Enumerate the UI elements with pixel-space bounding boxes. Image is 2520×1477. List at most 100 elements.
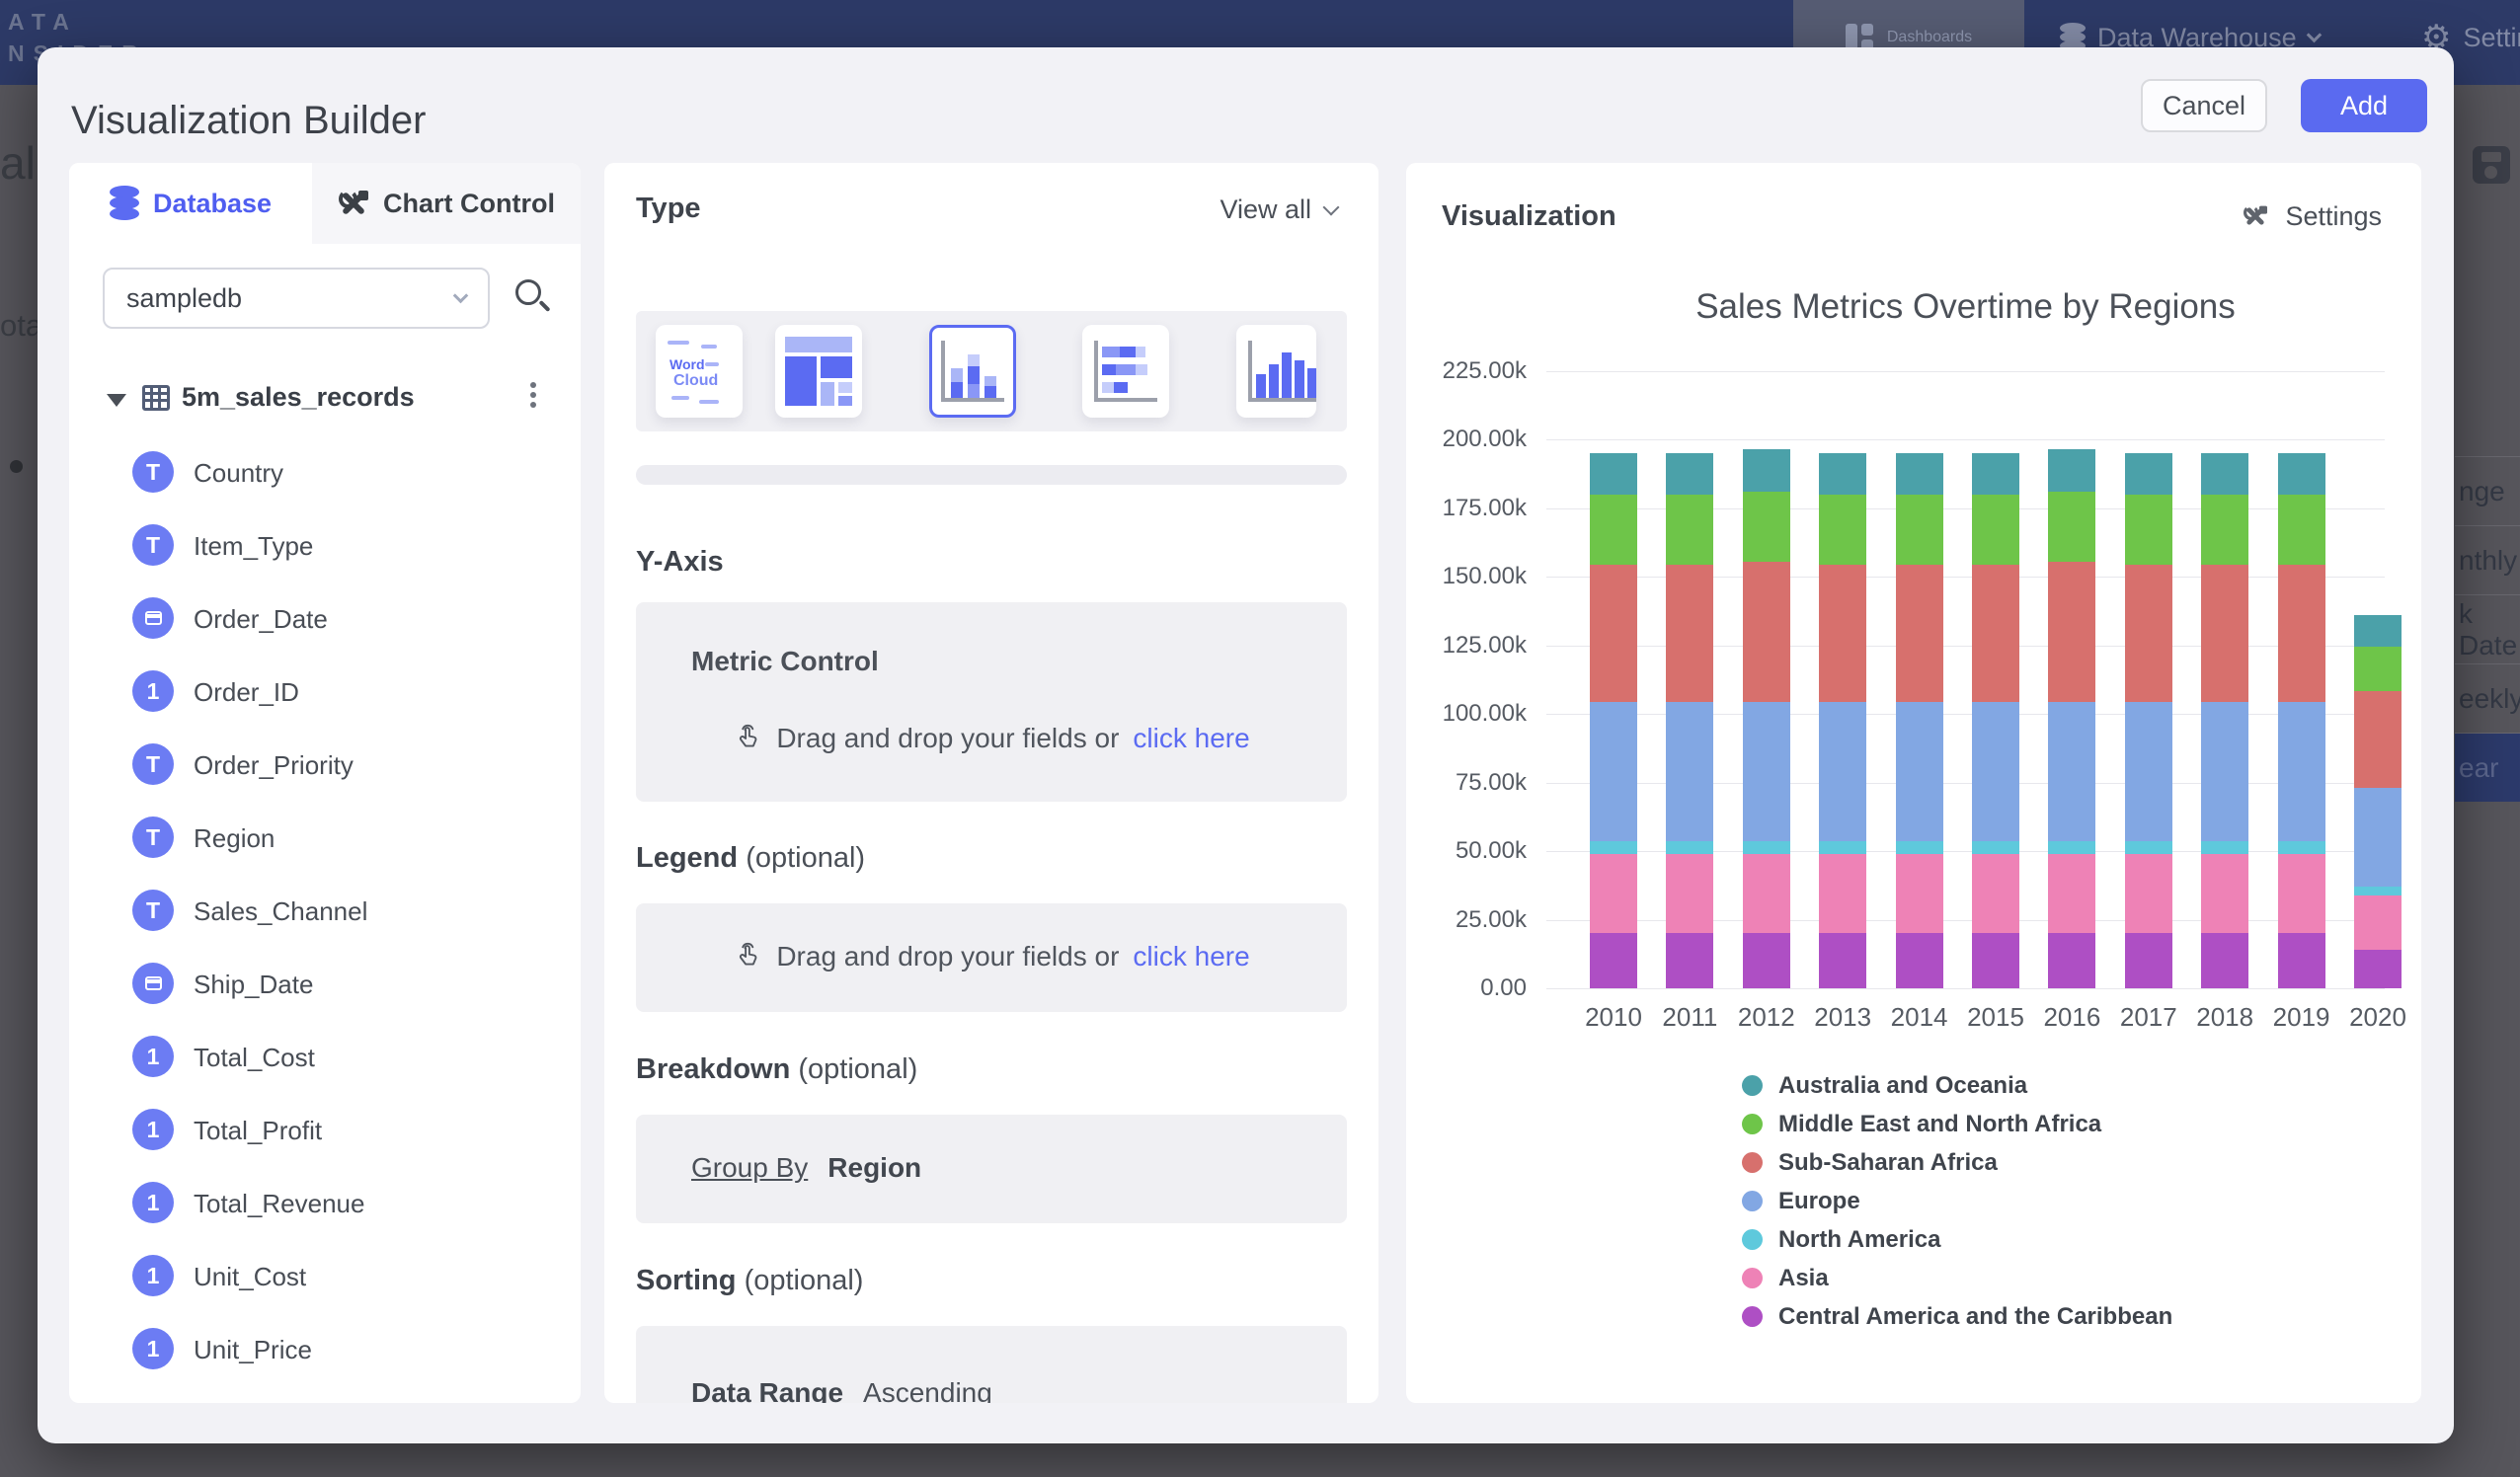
caret-down-icon[interactable] xyxy=(107,394,126,407)
breakdown-dropzone[interactable]: Group By Region xyxy=(636,1115,1347,1223)
sorting-field[interactable]: Data Range xyxy=(691,1377,843,1403)
field-item-total_revenue[interactable]: 1Total_Revenue xyxy=(69,1180,581,1227)
click-here-link[interactable]: click here xyxy=(1133,723,1249,754)
bar-segment[interactable] xyxy=(2048,449,2095,492)
table-tree-header[interactable]: 5m_sales_records xyxy=(69,378,581,422)
search-icon[interactable] xyxy=(515,279,541,305)
field-item-order_id[interactable]: 1Order_ID xyxy=(69,668,581,716)
bar-segment[interactable] xyxy=(1896,854,1943,934)
stacked-bar-2012[interactable] xyxy=(1743,449,1790,988)
bar-segment[interactable] xyxy=(1743,562,1790,702)
bar-segment[interactable] xyxy=(1819,854,1866,934)
bar-segment[interactable] xyxy=(2048,841,2095,854)
bar-segment[interactable] xyxy=(2125,841,2172,854)
bar-segment[interactable] xyxy=(2354,887,2402,894)
bar-segment[interactable] xyxy=(2354,950,2402,988)
view-all-dropdown[interactable]: View all xyxy=(1220,194,1337,225)
bar-segment[interactable] xyxy=(1590,702,1637,842)
bar-segment[interactable] xyxy=(2125,565,2172,702)
bar-segment[interactable] xyxy=(1590,933,1637,988)
group-by-label[interactable]: Group By xyxy=(691,1152,808,1184)
bar-segment[interactable] xyxy=(2354,788,2402,887)
bar-segment[interactable] xyxy=(1972,841,2019,854)
field-item-ship_date[interactable]: Ship_Date xyxy=(69,961,581,1008)
bar-segment[interactable] xyxy=(2201,495,2248,565)
chart-type-card-treemap[interactable] xyxy=(775,325,862,418)
legend-dropzone[interactable]: Drag and drop your fields or click here xyxy=(636,903,1347,1012)
stacked-bar-2011[interactable] xyxy=(1666,453,1713,988)
bar-segment[interactable] xyxy=(2354,647,2402,690)
bar-segment[interactable] xyxy=(2048,933,2095,988)
sorting-value[interactable]: Ascending xyxy=(863,1377,992,1403)
bar-segment[interactable] xyxy=(1819,495,1866,565)
bar-segment[interactable] xyxy=(1666,495,1713,565)
field-item-sales_channel[interactable]: TSales_Channel xyxy=(69,888,581,935)
bar-segment[interactable] xyxy=(1743,449,1790,492)
bar-segment[interactable] xyxy=(1896,495,1943,565)
field-item-unit_cost[interactable]: 1Unit_Cost xyxy=(69,1253,581,1300)
bar-segment[interactable] xyxy=(2125,854,2172,934)
bar-segment[interactable] xyxy=(1590,495,1637,565)
bar-segment[interactable] xyxy=(2201,933,2248,988)
bar-segment[interactable] xyxy=(2201,565,2248,702)
tab-chart-control[interactable]: Chart Control xyxy=(312,163,581,244)
bar-segment[interactable] xyxy=(1819,933,1866,988)
legend-item[interactable]: Middle East and North Africa xyxy=(1742,1112,2172,1136)
bar-segment[interactable] xyxy=(1972,565,2019,702)
bar-segment[interactable] xyxy=(1743,854,1790,934)
chart-type-card-stacked-bar[interactable] xyxy=(1082,325,1169,418)
bar-segment[interactable] xyxy=(1666,702,1713,842)
bar-segment[interactable] xyxy=(1819,702,1866,842)
field-item-country[interactable]: TCountry xyxy=(69,449,581,497)
field-item-item_type[interactable]: TItem_Type xyxy=(69,522,581,570)
stacked-bar-2010[interactable] xyxy=(1590,453,1637,988)
legend-item[interactable]: North America xyxy=(1742,1227,2172,1252)
bar-segment[interactable] xyxy=(1743,841,1790,854)
bar-segment[interactable] xyxy=(1666,453,1713,495)
bar-segment[interactable] xyxy=(2048,492,2095,562)
kebab-menu-icon[interactable] xyxy=(529,382,537,416)
bar-segment[interactable] xyxy=(2201,854,2248,934)
bar-segment[interactable] xyxy=(2278,854,2325,934)
bar-segment[interactable] xyxy=(2278,702,2325,842)
bar-segment[interactable] xyxy=(1896,933,1943,988)
bar-segment[interactable] xyxy=(1819,841,1866,854)
bar-segment[interactable] xyxy=(2048,702,2095,842)
bar-segment[interactable] xyxy=(1666,933,1713,988)
field-item-order_priority[interactable]: TOrder_Priority xyxy=(69,741,581,789)
bar-segment[interactable] xyxy=(2048,854,2095,934)
bar-segment[interactable] xyxy=(1972,854,2019,934)
bar-segment[interactable] xyxy=(2278,495,2325,565)
legend-item[interactable]: Asia xyxy=(1742,1266,2172,1290)
chart-type-card-wordcloud[interactable]: Word Cloud xyxy=(656,325,743,418)
bar-segment[interactable] xyxy=(1896,702,1943,842)
stacked-bar-2014[interactable] xyxy=(1896,453,1943,988)
bar-segment[interactable] xyxy=(1743,933,1790,988)
bar-segment[interactable] xyxy=(1590,854,1637,934)
field-item-total_profit[interactable]: 1Total_Profit xyxy=(69,1107,581,1154)
bar-segment[interactable] xyxy=(1590,565,1637,702)
bar-segment[interactable] xyxy=(1896,841,1943,854)
bar-segment[interactable] xyxy=(2125,933,2172,988)
sorting-dropzone[interactable]: Data Range Ascending xyxy=(636,1326,1347,1403)
bar-segment[interactable] xyxy=(1666,565,1713,702)
type-strip-scrollbar[interactable] xyxy=(636,465,1347,485)
bar-segment[interactable] xyxy=(1972,453,2019,495)
add-button[interactable]: Add xyxy=(2301,79,2427,132)
field-item-total_cost[interactable]: 1Total_Cost xyxy=(69,1034,581,1081)
stacked-bar-2020[interactable] xyxy=(2354,615,2402,988)
bar-segment[interactable] xyxy=(1972,495,2019,565)
chart-type-card-histogram[interactable] xyxy=(1236,325,1316,418)
bar-segment[interactable] xyxy=(1743,492,1790,562)
stacked-bar-2017[interactable] xyxy=(2125,453,2172,988)
bar-segment[interactable] xyxy=(1743,702,1790,842)
tab-database[interactable]: Database xyxy=(69,163,312,244)
bar-segment[interactable] xyxy=(1819,565,1866,702)
bar-segment[interactable] xyxy=(2278,841,2325,854)
cancel-button[interactable]: Cancel xyxy=(2141,79,2267,132)
bar-segment[interactable] xyxy=(2278,933,2325,988)
bar-segment[interactable] xyxy=(2278,453,2325,495)
database-select[interactable]: sampledb xyxy=(103,268,490,329)
settings-button[interactable]: Settings xyxy=(2240,200,2382,232)
field-item-region[interactable]: TRegion xyxy=(69,815,581,862)
